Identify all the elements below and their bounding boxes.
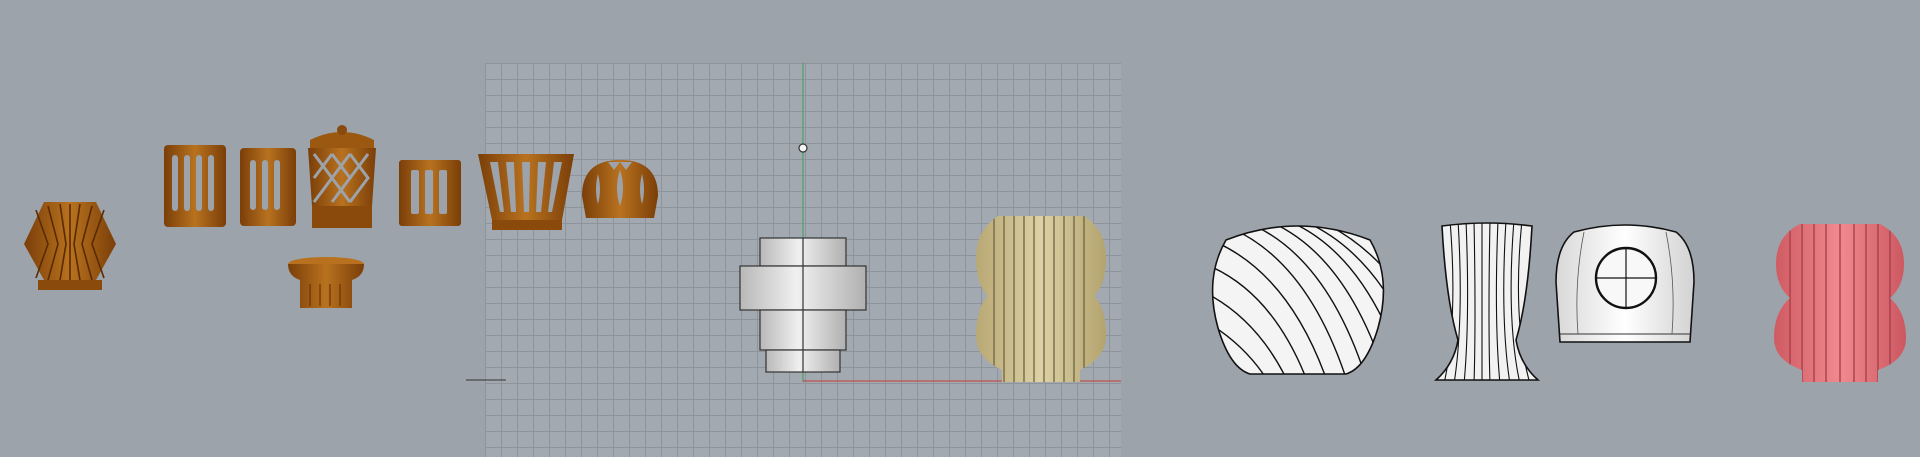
pink-ribbed-double-bulb[interactable] (1772, 220, 1908, 384)
gold-ribbed-double-bulb[interactable] (974, 210, 1108, 386)
copper-sphere-cutout[interactable] (578, 156, 662, 224)
copper-tapered-slots[interactable] (476, 150, 576, 232)
wireframe-tall-flared-vase[interactable] (1432, 220, 1542, 384)
wireframe-twisted-vase[interactable] (1206, 218, 1390, 378)
white-rounded-box-porthole[interactable] (1554, 222, 1696, 348)
copper-lattice-cap[interactable] (302, 122, 382, 230)
gray-stacked-cylinders[interactable] (738, 236, 868, 386)
modeling-viewport[interactable] (0, 0, 1920, 457)
copper-cylinder-slots-large[interactable] (162, 143, 228, 229)
copper-box-slots[interactable] (397, 158, 463, 228)
copper-lantern-faceted[interactable] (22, 200, 118, 292)
copper-flared-base[interactable] (286, 256, 366, 310)
copper-cylinder-slots-small[interactable] (238, 146, 298, 228)
